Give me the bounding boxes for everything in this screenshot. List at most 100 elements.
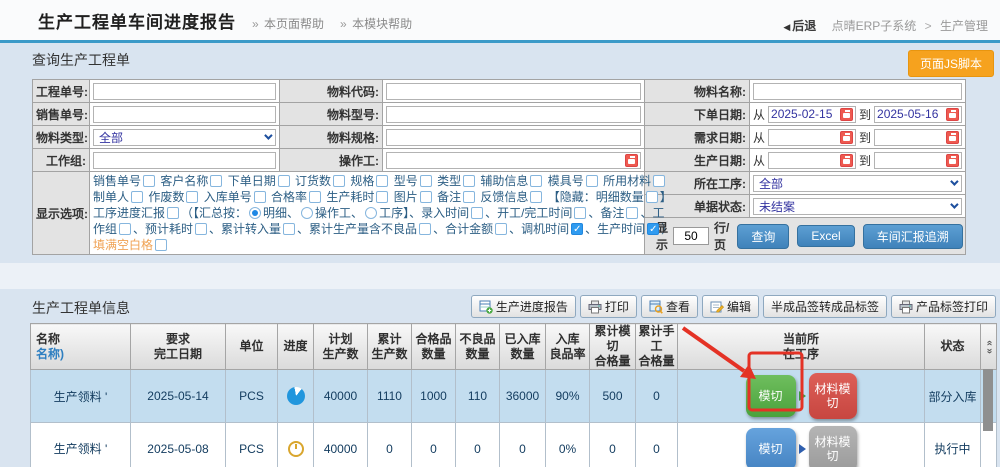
material-model-input[interactable]	[386, 106, 641, 123]
checkbox[interactable]	[309, 191, 321, 203]
col-header-stocked-qty[interactable]: 已入库数量	[500, 324, 546, 370]
order-date-to-input[interactable]: 2025-05-16	[874, 106, 962, 123]
demand-date-from-input[interactable]	[768, 129, 856, 146]
col-header-due-date[interactable]: 要求完工日期	[131, 324, 226, 370]
order-name-link[interactable]: 生产领料 '	[31, 423, 131, 467]
production-date-from-input[interactable]	[768, 152, 856, 169]
scroll-column-header[interactable]: «»	[981, 324, 997, 370]
edit-button[interactable]: 编辑	[702, 295, 759, 318]
checkbox[interactable]	[419, 223, 431, 235]
checkbox[interactable]	[210, 175, 222, 187]
checkbox[interactable]	[155, 239, 167, 251]
checkbox[interactable]	[471, 207, 483, 219]
calendar-icon[interactable]	[840, 108, 853, 121]
material-spec-input[interactable]	[386, 129, 641, 146]
col-header-total-qty[interactable]: 累计生产数	[368, 324, 412, 370]
product-label-print-button[interactable]: 产品标签打印	[891, 295, 996, 318]
order-name-link[interactable]: 生产领料 '	[31, 370, 131, 423]
checkbox[interactable]	[586, 175, 598, 187]
checkbox[interactable]	[333, 175, 345, 187]
operator-input[interactable]	[386, 152, 641, 169]
process-diecut-button[interactable]: 模切	[746, 375, 796, 417]
workshop-trace-button[interactable]: 车间汇报追溯	[863, 224, 963, 249]
process-select[interactable]: 全部	[753, 175, 962, 192]
checkbox[interactable]	[167, 207, 179, 219]
order-no-input[interactable]	[93, 83, 276, 100]
scroll-down-icon[interactable]: »	[985, 348, 993, 354]
col-header-stock-rate[interactable]: 入库良品率	[546, 324, 590, 370]
excel-button[interactable]: Excel	[797, 225, 854, 247]
checkbox[interactable]	[653, 175, 665, 187]
order-date-from-input[interactable]: 2025-02-15	[768, 106, 856, 123]
doc-status-select[interactable]: 未结案	[753, 198, 962, 215]
col-header-unit[interactable]: 单位	[226, 324, 278, 370]
lookup-icon[interactable]	[625, 154, 638, 167]
col-header-current-process[interactable]: 当前所在工序	[678, 324, 925, 370]
radio-button[interactable]	[301, 207, 313, 219]
radio-button[interactable]	[249, 207, 261, 219]
checkbox[interactable]	[195, 223, 207, 235]
scroll-up-icon[interactable]: «	[985, 340, 993, 346]
checkbox[interactable]	[420, 175, 432, 187]
checkbox[interactable]	[463, 191, 475, 203]
col-header-diecut-qty[interactable]: 累计模切合格量	[590, 324, 636, 370]
material-type-select[interactable]: 全部	[93, 129, 276, 146]
process-diecut-button[interactable]: 模切	[746, 428, 796, 467]
col-header-defect-qty[interactable]: 不良品数量	[456, 324, 500, 370]
process-material-diecut-button[interactable]: 材料模切	[809, 373, 857, 419]
process-material-diecut-button[interactable]: 材料模切	[809, 426, 857, 467]
page-size-input[interactable]	[673, 227, 709, 245]
checkbox[interactable]	[376, 175, 388, 187]
calendar-icon[interactable]	[946, 131, 959, 144]
checkbox[interactable]	[420, 191, 432, 203]
semi-label-convert-button[interactable]: 半成品签转成品标签	[763, 295, 887, 318]
checkbox[interactable]	[376, 191, 388, 203]
checkbox[interactable]	[530, 175, 542, 187]
material-code-input[interactable]	[386, 83, 641, 100]
checkbox[interactable]	[495, 223, 507, 235]
col-header-name[interactable]: 名称名称)	[31, 324, 131, 370]
col-header-good-qty[interactable]: 合格品数量	[412, 324, 456, 370]
breadcrumb-system[interactable]: 点晴ERP子系统	[832, 19, 917, 33]
checkbox[interactable]	[530, 191, 542, 203]
checkbox[interactable]	[119, 223, 131, 235]
search-button[interactable]: 查询	[737, 224, 789, 249]
radio-button[interactable]	[365, 207, 377, 219]
checkbox[interactable]	[283, 223, 295, 235]
calendar-icon[interactable]	[840, 131, 853, 144]
calendar-icon[interactable]	[946, 154, 959, 167]
col-header-manual-qty[interactable]: 累计手工合格量	[636, 324, 678, 370]
checkbox[interactable]	[186, 191, 198, 203]
sales-no-input[interactable]	[93, 106, 276, 123]
table-row[interactable]: 生产领料 ' 2025-05-08 PCS 40000 0 0 0 0 0% 0…	[31, 423, 997, 467]
col-header-progress[interactable]: 进度	[278, 324, 314, 370]
progress-report-button[interactable]: 生产进度报告	[471, 295, 576, 318]
back-button[interactable]: ◀后退	[783, 19, 816, 33]
checkbox[interactable]	[254, 191, 266, 203]
demand-date-to-input[interactable]	[874, 129, 962, 146]
material-name-input[interactable]	[753, 83, 962, 100]
checkbox[interactable]	[131, 191, 143, 203]
checkbox[interactable]	[278, 175, 290, 187]
checkbox[interactable]	[647, 223, 659, 235]
calendar-icon[interactable]	[840, 154, 853, 167]
table-row[interactable]: 生产领料 ' 2025-05-14 PCS 40000 1110 1000 11…	[31, 370, 997, 423]
checkbox[interactable]	[574, 207, 586, 219]
view-button[interactable]: 查看	[641, 295, 698, 318]
breadcrumb-module[interactable]: 生产管理	[940, 19, 988, 33]
module-help-link[interactable]: » 本模块帮助	[340, 15, 412, 32]
page-help-link[interactable]: » 本页面帮助	[252, 15, 324, 32]
page-js-script-button[interactable]: 页面JS脚本	[908, 50, 994, 77]
scrollbar-thumb[interactable]	[983, 369, 993, 431]
checkbox[interactable]	[463, 175, 475, 187]
calendar-icon[interactable]	[946, 108, 959, 121]
col-header-plan-qty[interactable]: 计划生产数	[314, 324, 368, 370]
print-button[interactable]: 打印	[580, 295, 637, 318]
checkbox[interactable]	[143, 175, 155, 187]
work-group-input[interactable]	[93, 152, 276, 169]
col-header-status[interactable]: 状态	[925, 324, 981, 370]
checkbox[interactable]	[646, 191, 658, 203]
checkbox[interactable]	[571, 223, 583, 235]
production-date-to-input[interactable]	[874, 152, 962, 169]
checkbox[interactable]	[626, 207, 638, 219]
